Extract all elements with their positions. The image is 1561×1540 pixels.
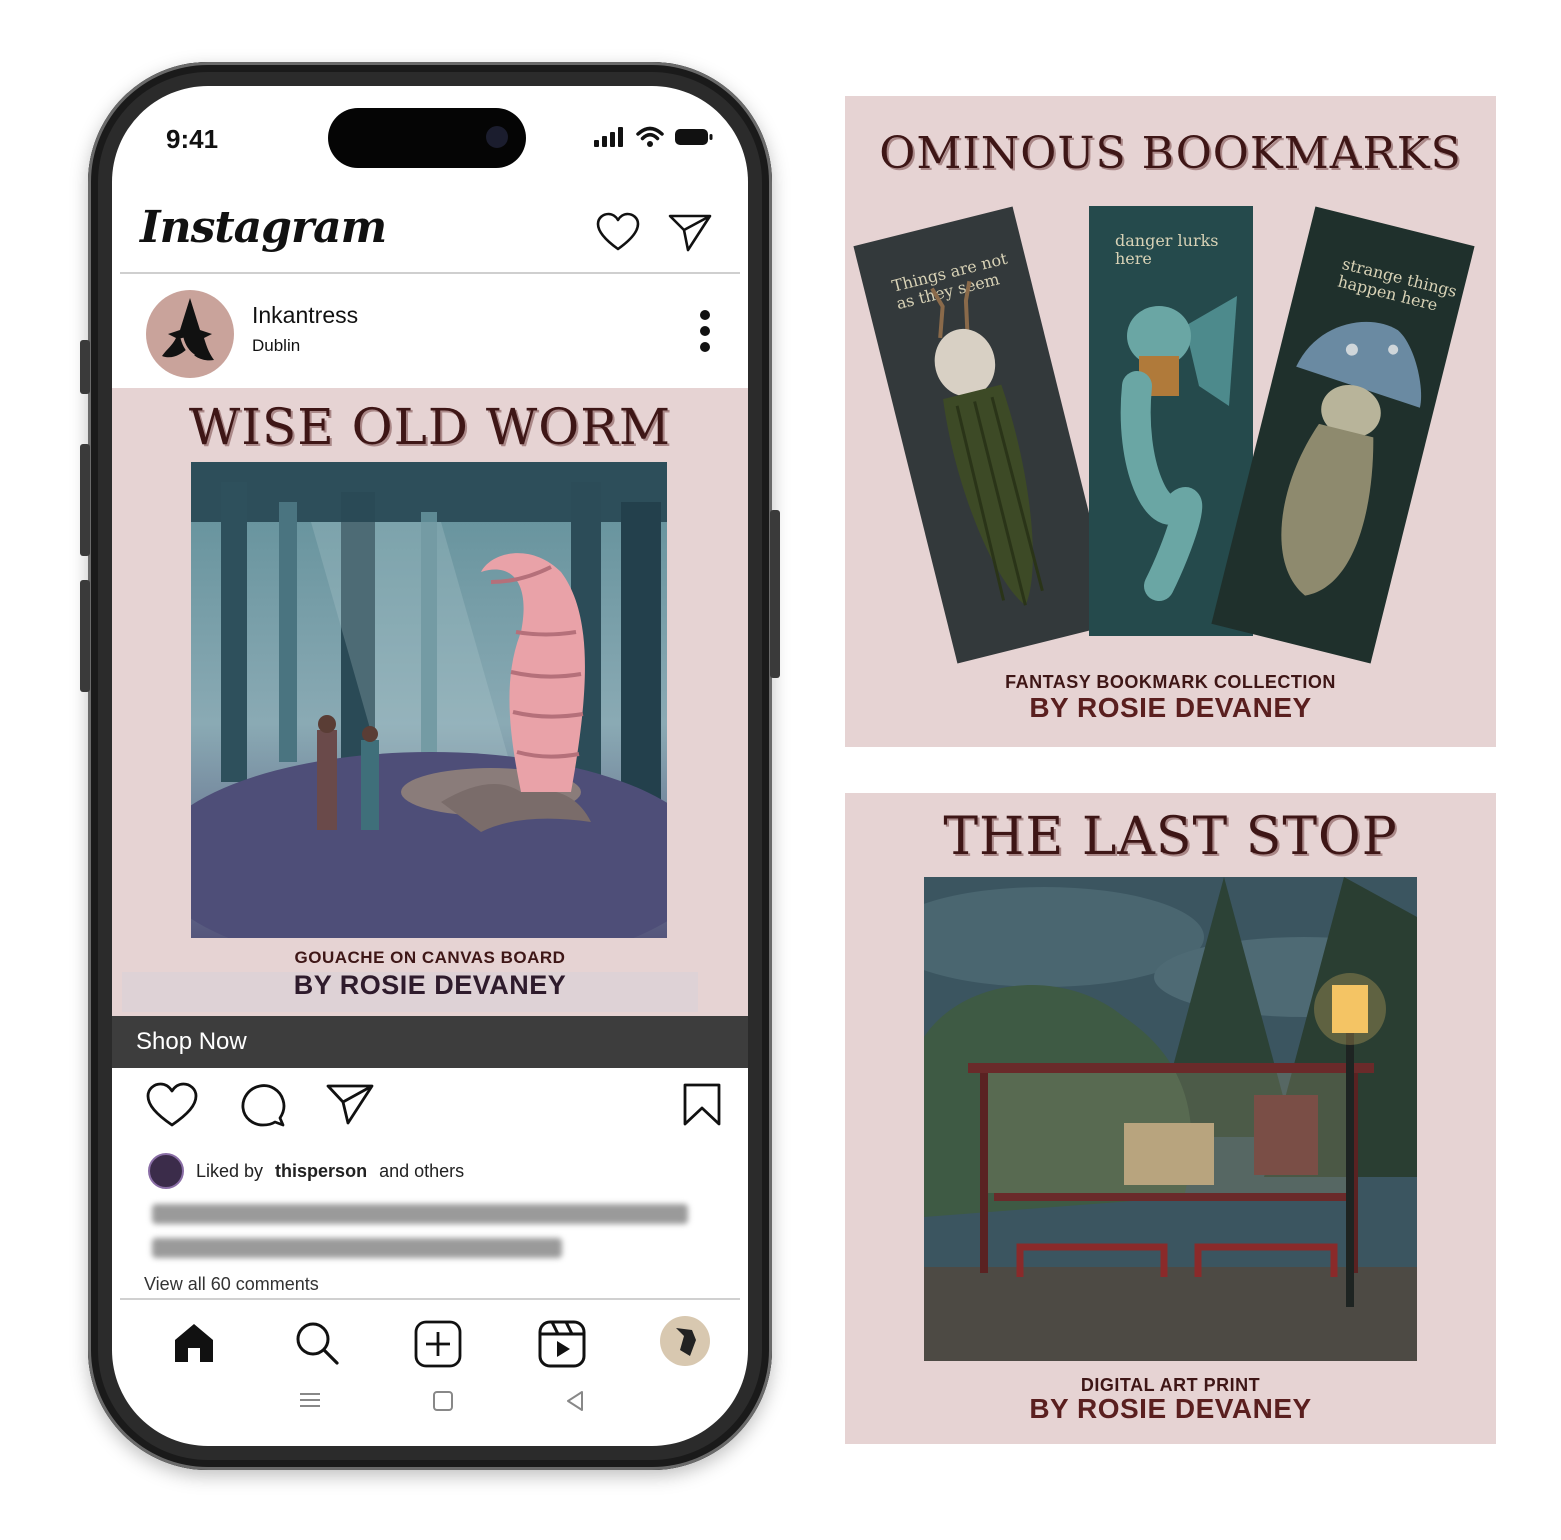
dynamic-island xyxy=(328,108,526,168)
bookmark-goat: Things are not as they seem xyxy=(853,206,1117,664)
witch-hat-logo xyxy=(162,298,214,361)
back-icon[interactable] xyxy=(564,1390,586,1412)
post-header: Inkantress Dublin xyxy=(112,280,748,384)
post-medium: GOUACHE ON CANVAS BOARD xyxy=(294,948,566,967)
more-options-icon[interactable] xyxy=(700,310,712,354)
phone-action-button xyxy=(80,340,90,394)
card-title: THE LAST STOP xyxy=(943,807,1398,867)
menu-icon[interactable] xyxy=(298,1390,322,1410)
blurred-caption-line xyxy=(152,1204,688,1224)
app-header: Instagram xyxy=(120,196,740,274)
card-subtitle: FANTASY BOOKMARK COLLECTION xyxy=(1005,672,1336,692)
reels-icon[interactable] xyxy=(538,1320,586,1368)
phone-screen: 9:41 Instagram Inkantress Dublin WISE OL… xyxy=(112,86,748,1446)
post-actions xyxy=(112,1082,748,1138)
post-artist: BY ROSIE DEVANEY xyxy=(293,970,567,1000)
battery-icon xyxy=(675,129,713,145)
worm-painting xyxy=(191,462,667,938)
home-icon[interactable] xyxy=(172,1320,216,1364)
status-icons xyxy=(594,126,714,148)
post-username[interactable]: Inkantress xyxy=(252,302,358,329)
post-image[interactable]: WISE OLD WORM GOUACHE ON CANVAS BOARD BY… xyxy=(112,388,748,1016)
phone-volume-down-button xyxy=(80,580,90,692)
heart-icon[interactable] xyxy=(596,212,640,252)
home-square-icon[interactable] xyxy=(432,1390,454,1412)
phone-volume-up-button xyxy=(80,444,90,556)
card-artist: BY ROSIE DEVANEY xyxy=(1029,1393,1312,1424)
bookmarks-illustration: Things are not as they seem danger lurks… xyxy=(853,200,1475,670)
post-location[interactable]: Dublin xyxy=(252,336,300,356)
send-icon[interactable] xyxy=(326,1082,374,1126)
phone-power-button xyxy=(770,510,780,678)
liked-user[interactable]: thisperson xyxy=(275,1161,367,1182)
heart-icon[interactable] xyxy=(146,1082,198,1128)
last-stop-card: THE LAST STOP DIGITAL ART PRINT BY ROSIE… xyxy=(845,793,1496,1444)
post-artwork-title: WISE OLD WORM xyxy=(188,398,672,456)
liked-suffix: and others xyxy=(379,1160,465,1181)
bottom-tab-bar xyxy=(120,1298,740,1378)
system-nav-bar xyxy=(112,1382,748,1422)
bus-stop-illustration xyxy=(924,877,1417,1361)
send-icon[interactable] xyxy=(668,212,712,252)
comment-icon[interactable] xyxy=(240,1082,286,1128)
card-artist: BY ROSIE DEVANEY xyxy=(1029,692,1312,723)
app-logo[interactable]: Instagram xyxy=(140,202,387,253)
status-time: 9:41 xyxy=(166,124,219,154)
liker-avatar[interactable] xyxy=(148,1153,184,1189)
bookmarks-card: OMINOUS BOOKMARKS Things are not as they… xyxy=(845,96,1496,747)
profile-tab-avatar[interactable] xyxy=(660,1316,710,1366)
blurred-caption-line xyxy=(152,1238,562,1258)
wifi-icon xyxy=(636,126,664,147)
view-comments-link[interactable]: View all 60 comments xyxy=(144,1274,319,1295)
search-icon[interactable] xyxy=(294,1320,340,1366)
shop-now-button[interactable]: Shop Now xyxy=(112,1016,748,1068)
liked-by: Liked by thisperson and others xyxy=(148,1153,465,1189)
status-bar: 9:41 xyxy=(112,86,748,196)
bookmark-icon[interactable] xyxy=(682,1082,722,1128)
signal-icon xyxy=(594,127,623,147)
profile-avatar[interactable] xyxy=(146,290,234,378)
liked-prefix: Liked by xyxy=(196,1160,264,1181)
add-icon[interactable] xyxy=(414,1320,462,1368)
shop-now-label: Shop Now xyxy=(136,1028,247,1055)
card-title: OMINOUS BOOKMARKS xyxy=(879,128,1462,179)
